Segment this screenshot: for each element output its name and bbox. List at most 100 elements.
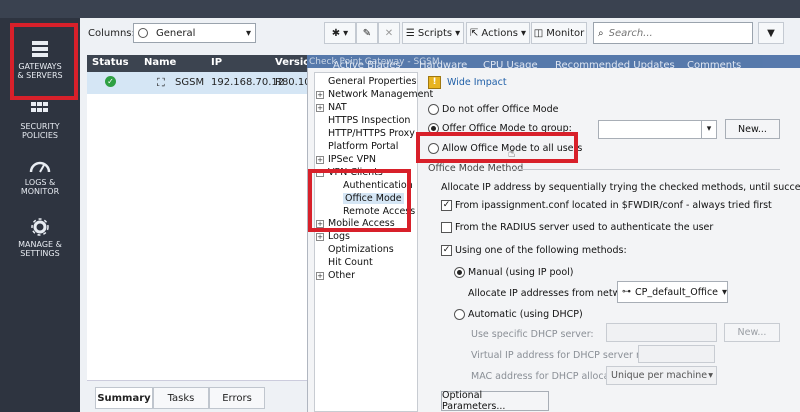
chevron-down-icon: ▾ <box>708 370 713 381</box>
tree-expander-icon[interactable]: + <box>316 272 324 281</box>
nav-label: POLICIES <box>21 131 58 140</box>
mac-select[interactable]: Unique per machine ▾ <box>606 366 717 385</box>
network-select[interactable]: ⊶ CP_default_Office ▾ <box>617 281 728 303</box>
optional-parameters-button[interactable]: Optional Parameters... <box>441 390 549 412</box>
tab-tasks[interactable]: Tasks <box>153 387 209 409</box>
new-dhcp-button[interactable]: New... <box>724 323 780 342</box>
monitor-button[interactable]: ◫ Monitor <box>531 22 587 44</box>
group-dropdown-chevron-icon[interactable]: ▾ <box>701 120 717 139</box>
scripts-button[interactable]: ☰ Scripts ▾ <box>402 22 464 44</box>
dhcp-virtual-ip-input[interactable] <box>638 345 715 363</box>
allocate-description: Allocate IP address by sequentially tryi… <box>441 182 800 193</box>
tree-expander-icon[interactable]: + <box>316 90 324 99</box>
section-office-mode-method: Office Mode Method <box>428 163 524 174</box>
table-header: Status Name IP Version <box>87 55 317 72</box>
label-manual: Manual (using IP pool) <box>468 267 574 278</box>
checkbox-ipassignment[interactable]: ✓ <box>441 200 452 211</box>
nav-label: SECURITY <box>20 122 60 131</box>
label-radius: From the RADIUS server used to authentic… <box>455 222 714 233</box>
gauge-icon <box>29 161 51 173</box>
row-version: R80.10 <box>275 77 307 88</box>
tree-item[interactable]: Other <box>328 270 355 281</box>
wide-impact-link[interactable]: Wide Impact <box>447 77 507 88</box>
radio-dhcp[interactable] <box>454 309 465 320</box>
star-icon: ✱ <box>331 27 341 39</box>
delete-button[interactable]: ✕ <box>378 22 400 44</box>
tree-item[interactable]: NAT <box>328 102 347 113</box>
row-name: SGSM <box>175 77 205 88</box>
radio-manual[interactable] <box>454 267 465 278</box>
nav-manage-settings[interactable]: MANAGE & SETTINGS <box>0 218 80 258</box>
col-ip[interactable]: IP <box>211 57 222 68</box>
search-input[interactable] <box>608 27 734 39</box>
tree-item[interactable]: IPSec VPN <box>328 154 376 165</box>
gear-icon <box>31 218 49 236</box>
table-body <box>87 94 307 380</box>
tree-item[interactable]: General Properties <box>328 76 416 87</box>
tree-expander-icon[interactable]: + <box>316 103 324 112</box>
tree-item[interactable]: Logs <box>328 231 350 242</box>
actions-button[interactable]: ⇱ Actions ▾ <box>466 22 530 44</box>
network-value: CP_default_Office <box>635 286 719 298</box>
tree-expander-icon[interactable]: + <box>316 155 324 164</box>
tree-item[interactable]: Network Management <box>328 89 433 100</box>
chevron-down-icon: ▾ <box>343 27 349 39</box>
highlight-box-gateways <box>10 23 78 100</box>
actions-icon: ⇱ <box>470 27 479 39</box>
nav-security-policies[interactable]: SECURITY POLICIES <box>0 100 80 140</box>
radio-no-office-mode[interactable] <box>428 104 439 115</box>
new-group-button[interactable]: New... <box>725 119 780 139</box>
checkbox-methods[interactable]: ✓ <box>441 245 452 256</box>
tree-item[interactable]: Hit Count <box>328 257 373 268</box>
nav-logs-monitor[interactable]: LOGS & MONITOR <box>0 158 80 196</box>
col-status[interactable]: Status <box>92 57 129 68</box>
label-no-office-mode: Do not offer Office Mode <box>442 104 559 115</box>
filter-icon: ▼ <box>767 27 775 39</box>
chevron-down-icon: ▾ <box>455 27 461 39</box>
tree-item[interactable]: Optimizations <box>328 244 394 255</box>
mac-value: Unique per machine <box>611 370 708 381</box>
row-ip: 192.168.70.12 <box>211 77 285 88</box>
columns-select[interactable]: General ▾ <box>133 23 256 43</box>
tree-item[interactable]: Platform Portal <box>328 141 398 152</box>
filter-button[interactable]: ▼ <box>758 22 784 44</box>
tree-expander-icon[interactable]: + <box>316 233 324 242</box>
scripts-label: Scripts <box>417 27 453 39</box>
tab-label: Tasks <box>167 392 195 404</box>
title-strip <box>0 0 800 18</box>
edit-button[interactable]: ✎ <box>356 22 378 44</box>
table-row[interactable]: ✓ ⛶ SGSM 192.168.70.12 R80.10 <box>87 72 307 94</box>
chevron-down-icon: ▾ <box>520 27 526 39</box>
dhcp-server-select[interactable] <box>606 323 717 342</box>
monitor-label: Monitor <box>546 27 585 39</box>
chevron-down-icon: ▾ <box>245 27 251 39</box>
col-name[interactable]: Name <box>144 57 176 68</box>
columns-label: Columns: <box>88 28 135 39</box>
new-label: New... <box>737 327 767 338</box>
nav-label: LOGS & <box>24 178 56 187</box>
label-allocate-from: Allocate IP addresses from network: <box>468 288 639 299</box>
tree-item[interactable]: HTTP/HTTPS Proxy <box>328 128 415 139</box>
status-ok-icon: ✓ <box>105 76 116 87</box>
policies-icon <box>31 102 48 112</box>
nav-label: SETTINGS <box>20 249 60 258</box>
pencil-icon: ✎ <box>362 27 372 39</box>
label-dhcp-server: Use specific DHCP server: <box>471 329 594 340</box>
cursor-icon: ☝ <box>508 146 516 160</box>
nav-label: MANAGE & <box>18 240 62 249</box>
search-box[interactable]: ⌕ <box>593 22 753 44</box>
new-object-button[interactable]: ✱ ▾ <box>324 22 356 44</box>
close-icon: ✕ <box>384 27 394 39</box>
tab-summary[interactable]: Summary <box>95 387 153 409</box>
checkbox-radius[interactable] <box>441 222 452 233</box>
tab-errors[interactable]: Errors <box>209 387 265 409</box>
section-divider <box>512 169 780 170</box>
label-dhcp: Automatic (using DHCP) <box>468 309 583 320</box>
new-label: New... <box>738 123 767 135</box>
tree-item[interactable]: HTTPS Inspection <box>328 115 410 126</box>
tab-label: Errors <box>222 392 252 404</box>
columns-icon <box>138 28 148 38</box>
optional-params-label: Optional Parameters... <box>442 390 506 412</box>
group-select[interactable] <box>598 120 702 139</box>
script-icon: ☰ <box>405 27 415 39</box>
